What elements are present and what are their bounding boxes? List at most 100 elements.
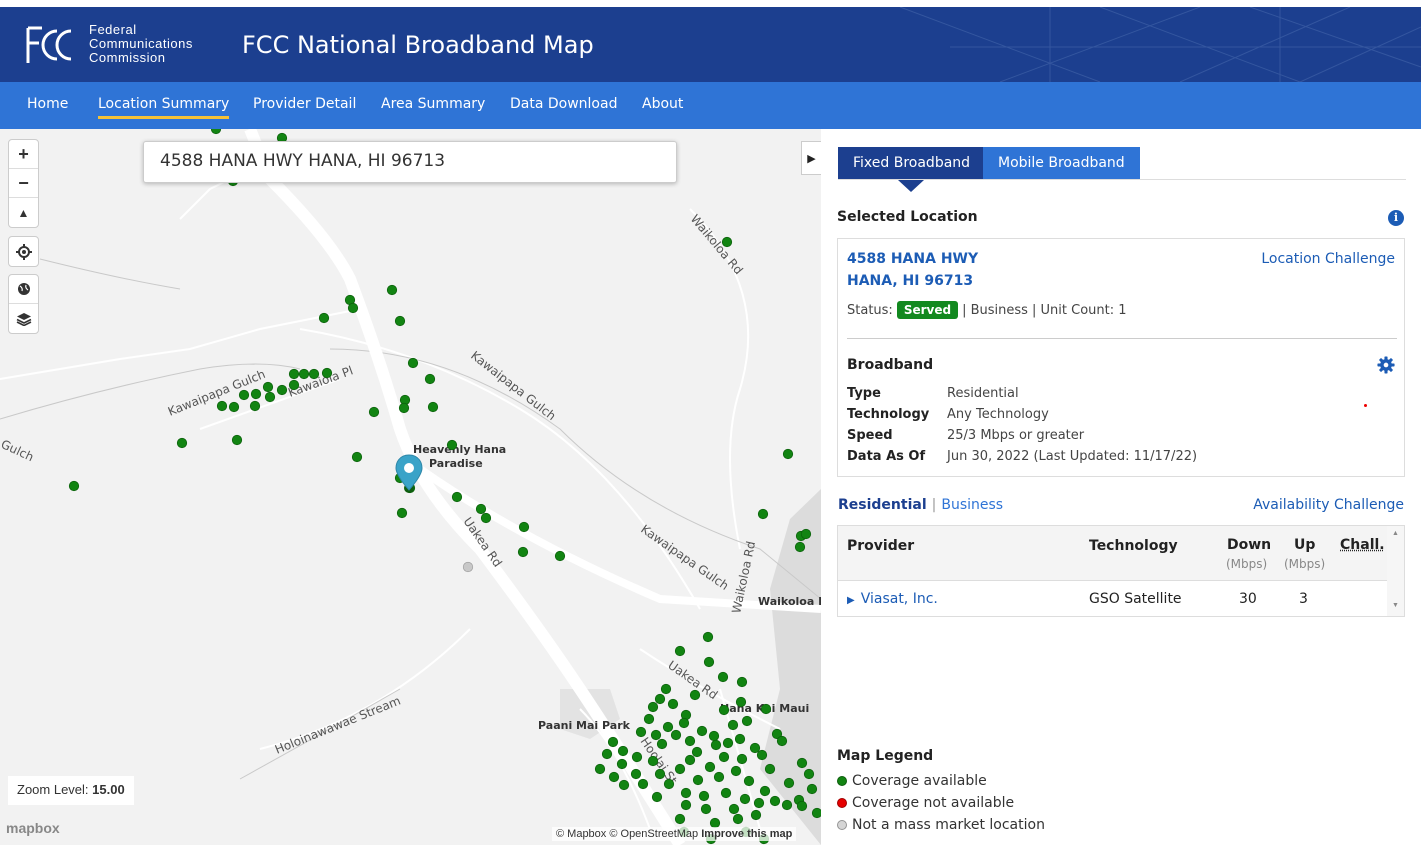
business-toggle[interactable]: Business — [941, 497, 1003, 513]
location-dot[interactable] — [594, 763, 606, 775]
location-dot[interactable] — [781, 799, 793, 811]
location-dot[interactable] — [674, 763, 686, 775]
location-dot[interactable] — [554, 550, 566, 562]
nav-provider-detail[interactable]: Provider Detail — [253, 96, 356, 112]
location-dot[interactable] — [794, 541, 806, 553]
location-dot[interactable] — [689, 689, 701, 701]
mapbox-logo[interactable]: mapbox — [6, 820, 60, 836]
location-dot[interactable] — [630, 768, 642, 780]
location-dot[interactable] — [708, 730, 720, 742]
location-dot[interactable] — [347, 302, 359, 314]
location-dot[interactable] — [637, 778, 649, 790]
location-dot[interactable] — [700, 803, 712, 815]
zoom-in-icon[interactable]: + — [9, 140, 38, 169]
nav-location-summary[interactable]: Location Summary — [98, 96, 230, 119]
location-dot[interactable] — [698, 790, 710, 802]
location-dot[interactable] — [480, 512, 492, 524]
location-dot[interactable] — [764, 763, 776, 775]
location-dot[interactable] — [782, 448, 794, 460]
location-dot[interactable] — [264, 391, 276, 403]
selected-location-pin-icon[interactable] — [395, 454, 423, 491]
location-dot[interactable] — [249, 400, 261, 412]
table-scrollbar[interactable]: ▲ ▼ — [1387, 526, 1404, 616]
location-dot[interactable] — [680, 799, 692, 811]
location-dot[interactable] — [396, 507, 408, 519]
location-dot[interactable] — [803, 768, 815, 780]
location-dot[interactable] — [308, 368, 320, 380]
location-dot[interactable] — [757, 508, 769, 520]
location-dot[interactable] — [318, 312, 330, 324]
location-dot[interactable] — [394, 315, 406, 327]
location-dot[interactable] — [702, 631, 714, 643]
gear-icon[interactable] — [1377, 356, 1395, 374]
location-dot[interactable] — [743, 775, 755, 787]
location-dot[interactable] — [608, 771, 620, 783]
locate-icon[interactable] — [9, 237, 38, 266]
provider-name-link[interactable]: Viasat, Inc. — [861, 591, 938, 607]
fcc-logo-icon[interactable] — [26, 25, 76, 65]
col-provider[interactable]: Provider — [847, 538, 914, 554]
location-dot[interactable] — [684, 754, 696, 766]
col-technology[interactable]: Technology — [1089, 538, 1178, 554]
nav-area-summary[interactable]: Area Summary — [381, 96, 485, 112]
location-dot[interactable] — [210, 129, 222, 135]
globe-icon[interactable] — [9, 275, 38, 304]
location-dot[interactable] — [607, 736, 619, 748]
location-dot[interactable] — [517, 546, 529, 558]
location-dot[interactable] — [720, 787, 732, 799]
location-dot[interactable] — [451, 491, 463, 503]
location-dot[interactable] — [298, 368, 310, 380]
tab-fixed-broadband[interactable]: Fixed Broadband — [838, 147, 986, 180]
location-dot[interactable] — [696, 725, 708, 737]
non-mass-market-dot[interactable] — [462, 561, 474, 573]
info-icon[interactable]: i — [1388, 210, 1404, 226]
location-dot[interactable] — [703, 656, 715, 668]
location-dot[interactable] — [727, 719, 739, 731]
map-layer[interactable]: Waikoloa Rd Kawaipapa Gulch Kawaipapa Gu… — [0, 129, 821, 845]
location-dot[interactable] — [660, 683, 672, 695]
location-dot[interactable] — [776, 735, 788, 747]
zoom-out-icon[interactable]: − — [9, 169, 38, 198]
location-dot[interactable] — [674, 645, 686, 657]
improve-map-link[interactable]: Improve this map — [701, 828, 792, 840]
location-dot[interactable] — [635, 726, 647, 738]
location-dot[interactable] — [739, 793, 751, 805]
location-dot[interactable] — [618, 779, 630, 791]
location-dot[interactable] — [769, 795, 781, 807]
location-dot[interactable] — [231, 434, 243, 446]
location-dot[interactable] — [710, 739, 722, 751]
location-dot[interactable] — [651, 791, 663, 803]
location-dot[interactable] — [735, 696, 747, 708]
location-dot[interactable] — [368, 406, 380, 418]
scroll-up-icon[interactable]: ▲ — [1392, 530, 1399, 537]
compass-icon[interactable]: ▲ — [9, 198, 38, 227]
location-dot[interactable] — [722, 737, 734, 749]
location-dot[interactable] — [643, 713, 655, 725]
location-dot[interactable] — [238, 389, 250, 401]
nav-data-download[interactable]: Data Download — [510, 96, 617, 112]
location-dot[interactable] — [732, 813, 744, 825]
location-dot[interactable] — [250, 388, 262, 400]
location-dot[interactable] — [796, 800, 808, 812]
location-dot[interactable] — [736, 753, 748, 765]
scroll-down-icon[interactable]: ▼ — [1392, 602, 1399, 609]
location-dot[interactable] — [427, 401, 439, 413]
location-dot[interactable] — [730, 765, 742, 777]
location-dot[interactable] — [749, 742, 761, 754]
location-dot[interactable] — [692, 774, 704, 786]
location-dot[interactable] — [718, 751, 730, 763]
col-down[interactable]: Down — [1227, 537, 1271, 553]
location-dot[interactable] — [741, 715, 753, 727]
location-dot[interactable] — [654, 693, 666, 705]
location-dot[interactable] — [216, 400, 228, 412]
location-dot[interactable] — [176, 437, 188, 449]
location-dot[interactable] — [750, 809, 762, 821]
location-dot[interactable] — [351, 451, 363, 463]
location-dot[interactable] — [680, 787, 692, 799]
location-dot[interactable] — [670, 729, 682, 741]
expand-caret-icon[interactable]: ▶ — [847, 595, 855, 606]
location-dot[interactable] — [424, 373, 436, 385]
location-dot[interactable] — [446, 439, 458, 451]
location-dot[interactable] — [783, 777, 795, 789]
nav-home[interactable]: Home — [27, 96, 68, 112]
